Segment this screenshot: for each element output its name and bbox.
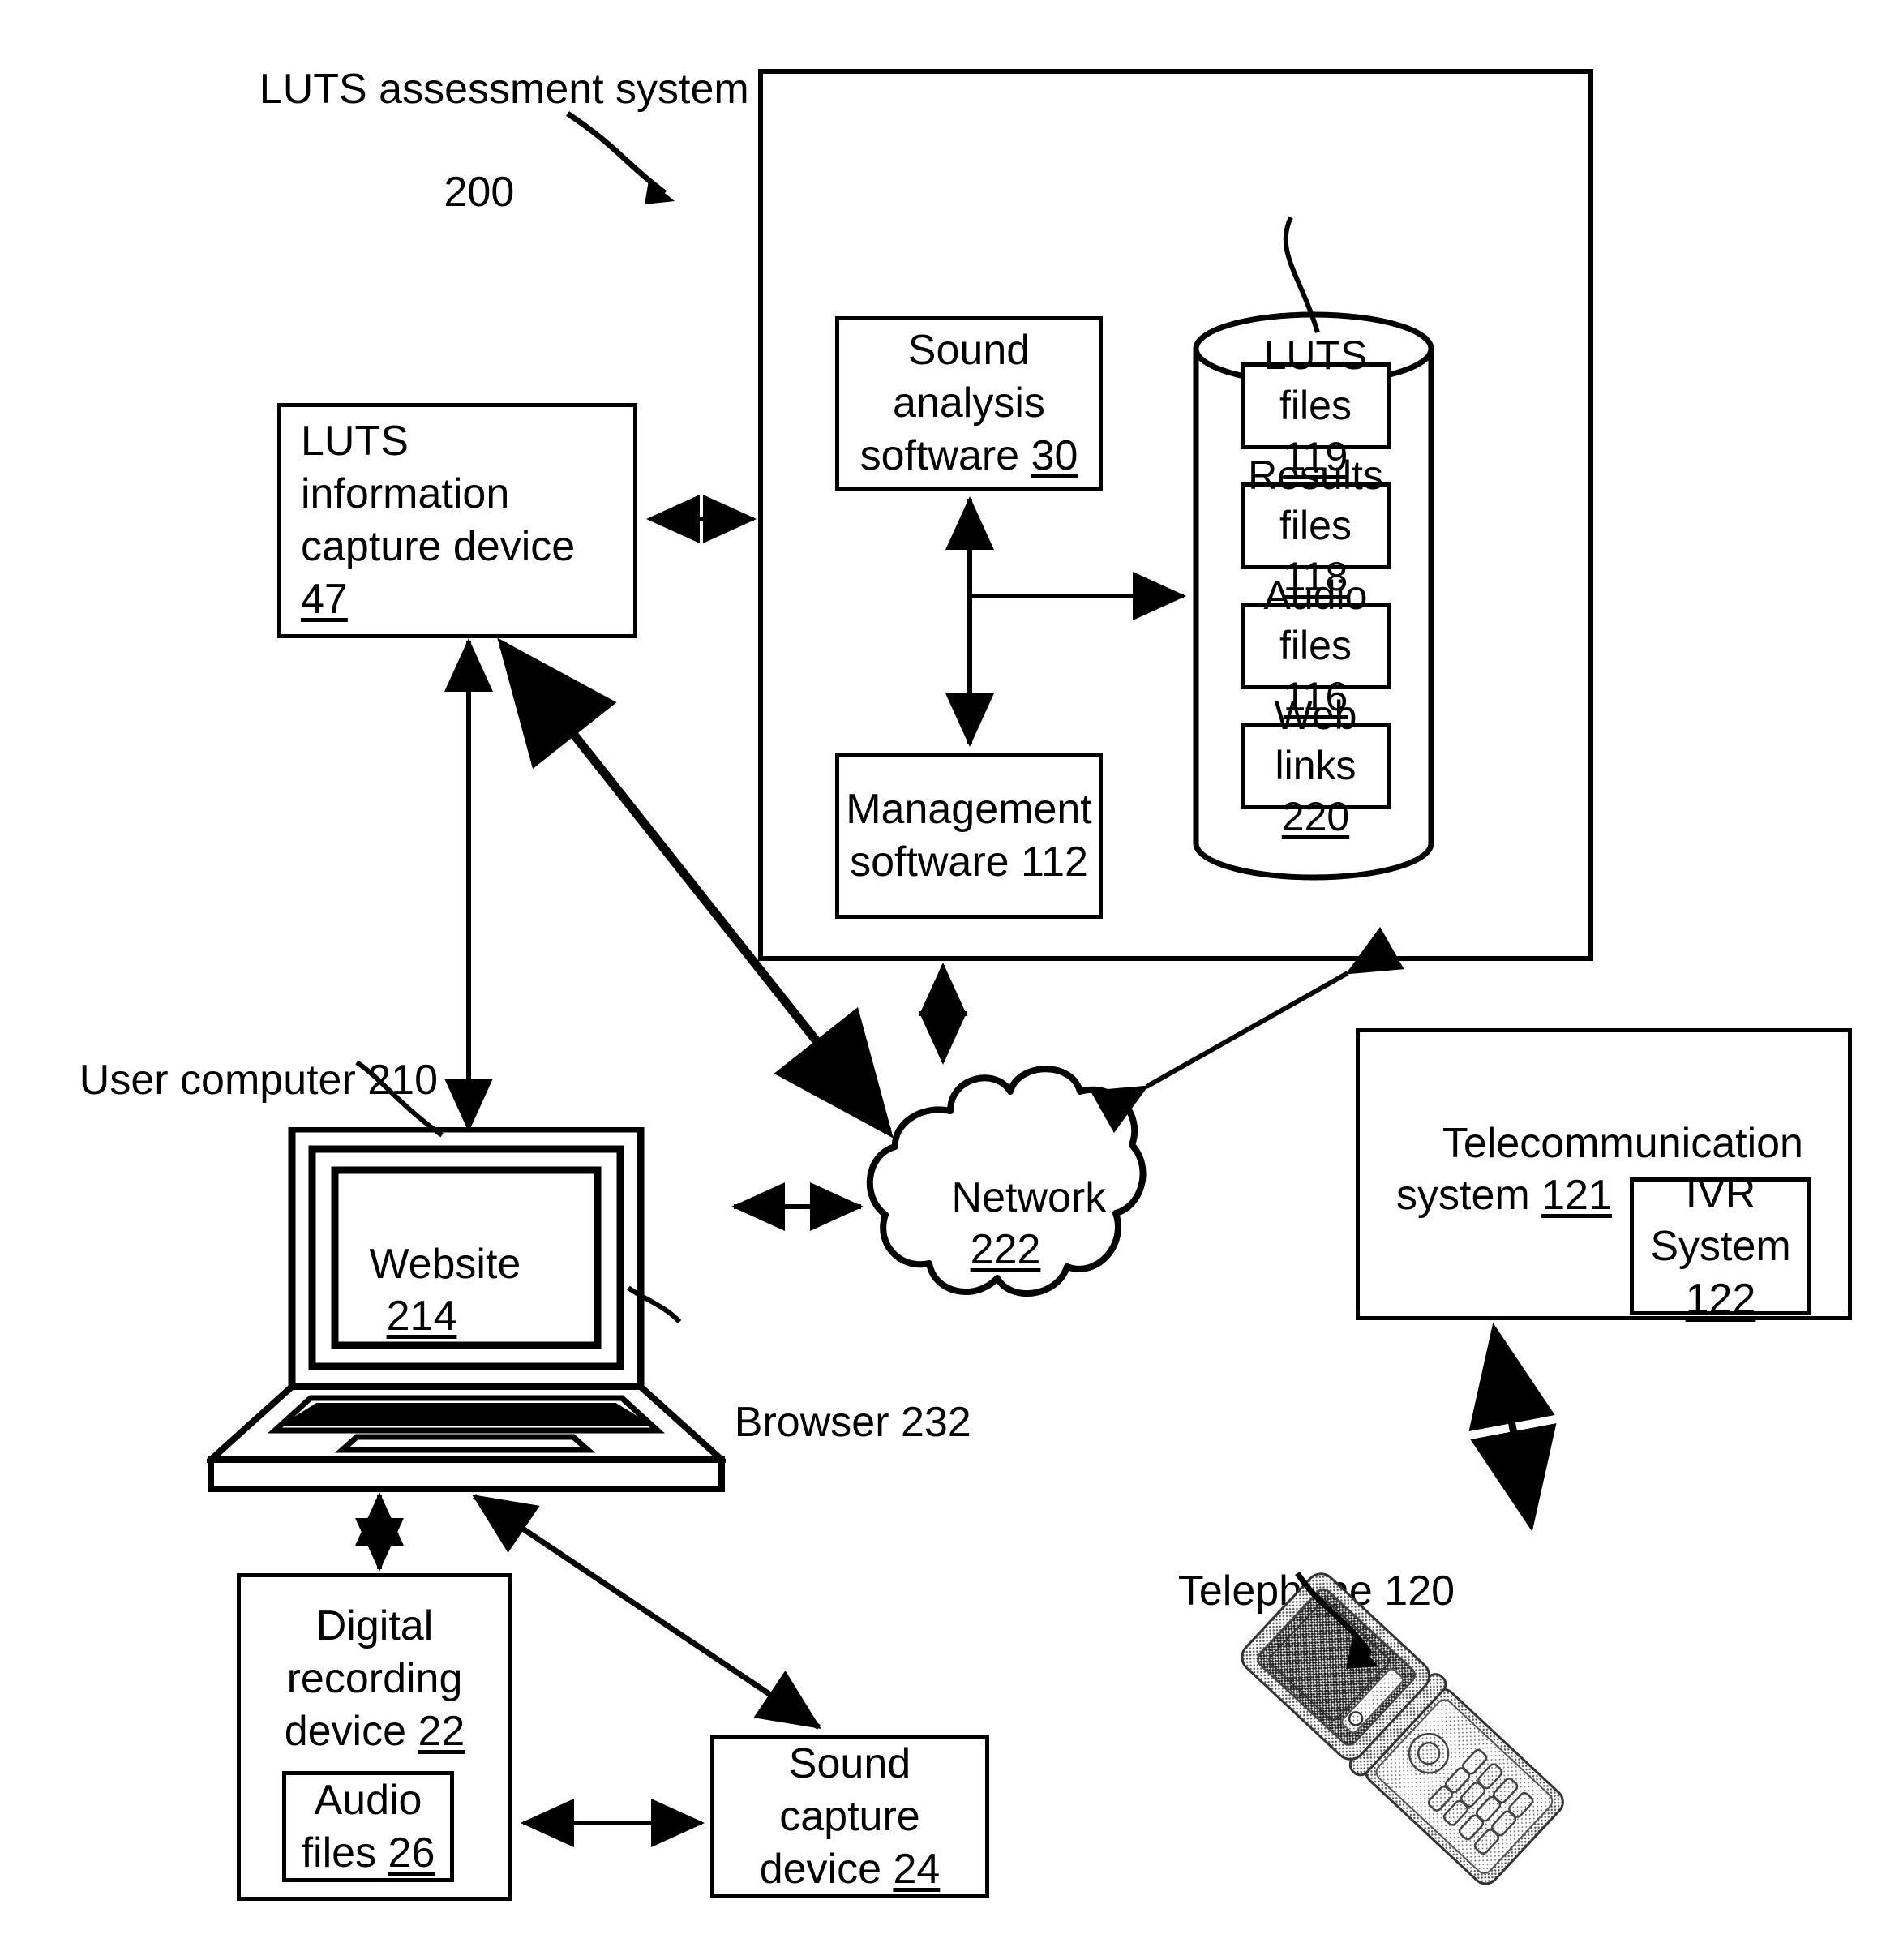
management-software-box[interactable]: Management software 112 (835, 753, 1103, 919)
sound-analysis-software-text: Sound analysis software 30 (859, 327, 1078, 479)
telecom-label-num: 121 (1541, 1171, 1612, 1219)
luts-information-capture-device-box[interactable]: LUTS information capture device 47 (277, 403, 637, 638)
digital-recording-device-text: Digital recording device 22 (284, 1602, 465, 1755)
website-label: Website 214 (227, 1188, 616, 1394)
web-links-text: Web links 220 (1274, 692, 1357, 839)
browser-label: Browser 232 (734, 1399, 971, 1447)
website-label-num: 214 (386, 1292, 457, 1340)
sound-analysis-software-box[interactable]: Sound analysis software 30 (835, 316, 1103, 491)
arrow-telecom-to-telephone (1468, 1323, 1557, 1532)
flip-phone-shape (1241, 1572, 1564, 1885)
sound-capture-device-text: Sound capture device 24 (759, 1739, 941, 1893)
audio-files-26-text: Audio files 26 (301, 1776, 435, 1876)
audio-files-26-box[interactable]: Audio files 26 (282, 1771, 454, 1882)
network-label: Network 222 (892, 1122, 1119, 1327)
results-files-box[interactable]: Results files 118 (1241, 452, 1391, 599)
patent-figure: LUTS assessment system 200 Computer 216 … (0, 0, 1886, 1960)
network-label-line1: Network (951, 1174, 1107, 1222)
flip-phone-illustration (1200, 1545, 1605, 1918)
arrow-network-to-telecom (1090, 926, 1404, 1134)
ivr-system-box[interactable]: IVR System 122 (1630, 1170, 1811, 1323)
network-label-num: 222 (970, 1225, 1041, 1273)
sound-capture-device-box[interactable]: Sound capture device 24 (710, 1735, 989, 1898)
web-links-box[interactable]: Web links 220 (1241, 693, 1391, 839)
luts-capture-device-text: LUTS information capture device 47 (301, 418, 576, 623)
audio-files-box[interactable]: Audio files 116 (1241, 573, 1391, 719)
ivr-system-text: IVR System 122 (1650, 1169, 1791, 1323)
management-software-text: Management software 112 (846, 785, 1092, 886)
figure-title-line1: LUTS assessment system (259, 66, 749, 114)
luts-files-box[interactable]: LUTS files 119 (1241, 332, 1391, 479)
figure-title: LUTS assessment system 200 (212, 13, 749, 270)
figure-title-line2: 200 (444, 169, 515, 217)
website-label-line1: Website (369, 1241, 521, 1289)
arrow-laptop-to-sound-capture (472, 1494, 821, 1730)
